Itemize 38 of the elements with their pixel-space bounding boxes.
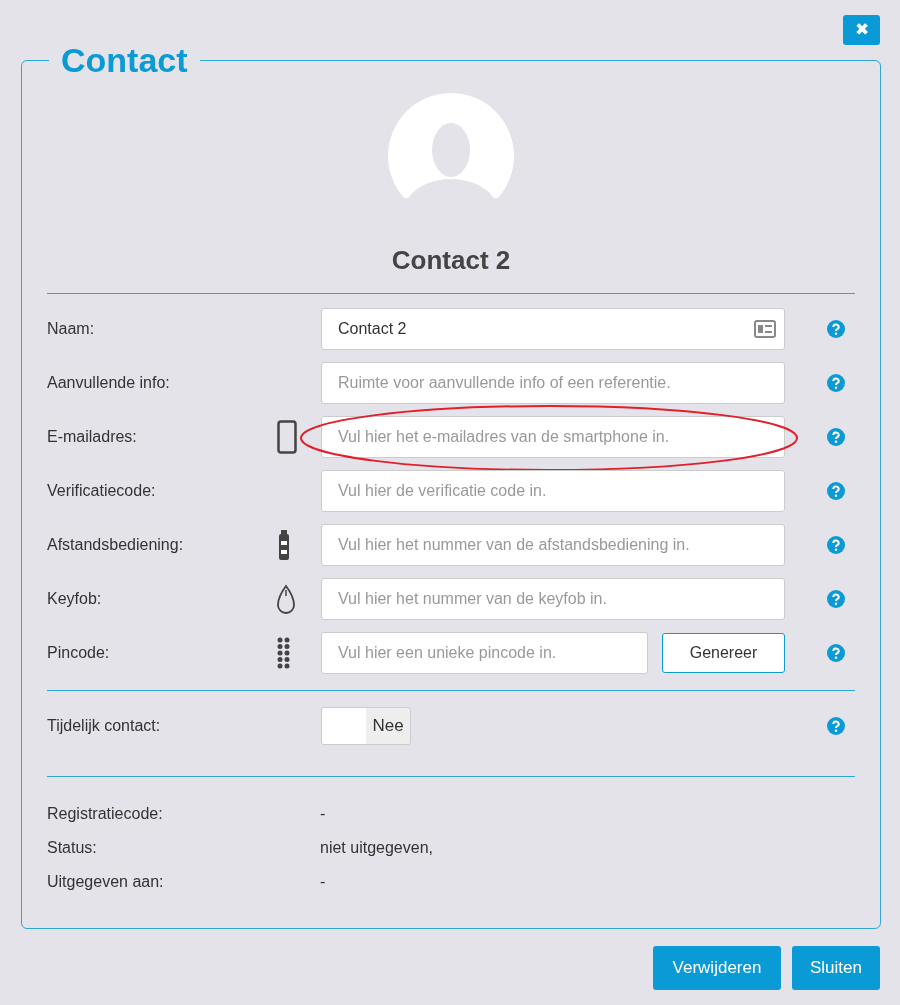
input-field[interactable]: Vul hier de verificatie code in. bbox=[321, 470, 785, 512]
help-icon[interactable] bbox=[827, 374, 845, 392]
info-label: Status: bbox=[47, 838, 98, 858]
contact-name: Contact 2 bbox=[390, 245, 512, 275]
input-field[interactable]: Vul hier het e-mailadres van de smartphone in. bbox=[321, 416, 785, 458]
keyfob-icon bbox=[277, 584, 295, 614]
info-value: - bbox=[320, 804, 327, 824]
field-label: Pincode: bbox=[47, 643, 111, 663]
input-field[interactable]: Vul hier een unieke pincode in. bbox=[321, 632, 648, 674]
field-label: Aanvullende info: bbox=[47, 373, 171, 393]
input-field[interactable]: Vul hier het nummer van de keyfob in. bbox=[321, 578, 785, 620]
help-icon[interactable] bbox=[827, 590, 845, 608]
info-label: Uitgegeven aan: bbox=[47, 872, 165, 892]
info-label: Registratiecode: bbox=[47, 804, 164, 824]
field-label: Naam: bbox=[47, 319, 96, 339]
help-icon[interactable] bbox=[827, 482, 845, 500]
toggle-switch[interactable]: Nee bbox=[321, 707, 411, 745]
keypad-icon bbox=[277, 637, 290, 669]
field-label: Afstandsbediening: bbox=[47, 535, 185, 555]
input-field[interactable]: Ruimte voor aanvullende info of een referentie. bbox=[321, 362, 785, 404]
help-icon[interactable] bbox=[827, 717, 845, 735]
toggle-state: Nee bbox=[366, 708, 410, 744]
contact-card-icon bbox=[754, 320, 776, 338]
remote-icon bbox=[277, 529, 291, 561]
help-icon[interactable] bbox=[827, 536, 845, 554]
info-value: - bbox=[320, 872, 327, 892]
input-field[interactable]: Contact 2 bbox=[321, 308, 785, 350]
input-field[interactable]: Vul hier het nummer van de afstandsbediening in. bbox=[321, 524, 785, 566]
field-label: Tijdelijk contact: bbox=[47, 716, 162, 736]
generate-button[interactable]: Genereer bbox=[662, 633, 785, 673]
help-icon[interactable] bbox=[827, 320, 845, 338]
field-label: Verificatiecode: bbox=[47, 481, 157, 501]
help-icon[interactable] bbox=[827, 428, 845, 446]
field-label: Keyfob: bbox=[47, 589, 103, 609]
smartphone-icon bbox=[277, 420, 297, 454]
info-value: niet uitgegeven, bbox=[320, 838, 434, 858]
field-label: E-mailadres: bbox=[47, 427, 138, 447]
help-icon[interactable] bbox=[827, 644, 845, 662]
